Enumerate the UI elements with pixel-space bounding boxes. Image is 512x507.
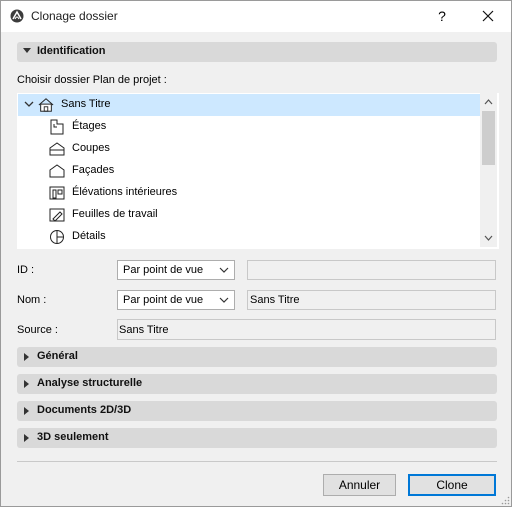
section-general[interactable]: Général xyxy=(17,347,497,367)
close-icon xyxy=(482,10,494,22)
project-house-icon xyxy=(38,98,54,112)
tree-item-label: Feuilles de travail xyxy=(72,208,158,220)
tree-item-label: Coupes xyxy=(72,142,110,154)
source-label: Source : xyxy=(17,324,58,336)
help-button[interactable]: ? xyxy=(427,5,457,27)
collapsed-triangle-icon xyxy=(24,380,29,388)
nom-mode-select[interactable]: Par point de vue xyxy=(117,290,235,310)
chevron-down-icon[interactable] xyxy=(24,101,34,109)
section-analyse-structurelle-label: Analyse structurelle xyxy=(37,377,143,389)
source-field-value: Sans Titre xyxy=(119,324,169,336)
tree-item-etages[interactable]: Étages xyxy=(18,116,480,138)
project-map-tree: Sans Titre Étages Coupes Façades Élévati… xyxy=(17,93,499,249)
nom-field[interactable]: Sans Titre xyxy=(247,290,496,310)
section-analyse-structurelle[interactable]: Analyse structurelle xyxy=(17,374,497,394)
tree-item-elevations-interieures[interactable]: Élévations intérieures xyxy=(18,182,480,204)
nom-mode-select-value: Par point de vue xyxy=(123,294,204,306)
chevron-down-icon xyxy=(219,297,229,303)
id-label: ID : xyxy=(17,264,35,276)
tree-item-label: Étages xyxy=(72,120,107,132)
section-icon xyxy=(49,142,65,156)
tree-item-label: Élévations intérieures xyxy=(72,186,178,198)
tree-item-feuilles-de-travail[interactable]: Feuilles de travail xyxy=(18,204,480,226)
clone-button[interactable]: Clone xyxy=(408,474,496,496)
section-3d-seulement[interactable]: 3D seulement xyxy=(17,428,497,448)
collapsed-triangle-icon xyxy=(24,407,29,415)
nom-label: Nom : xyxy=(17,294,47,306)
nom-field-value: Sans Titre xyxy=(250,294,300,306)
cancel-button[interactable]: Annuler xyxy=(323,474,396,496)
id-field[interactable] xyxy=(247,260,496,280)
chevron-down-icon xyxy=(219,267,229,273)
elevation-icon xyxy=(49,164,65,178)
title-bar: Clonage dossier ? xyxy=(1,1,511,32)
collapsed-triangle-icon xyxy=(24,353,29,361)
tree-item-label: Détails xyxy=(72,230,106,242)
scroll-thumb[interactable] xyxy=(482,111,495,165)
scroll-down-arrow-icon[interactable] xyxy=(480,230,497,247)
tree-item-facades[interactable]: Façades xyxy=(18,160,480,182)
worksheet-icon xyxy=(49,208,65,222)
tree-caption: Choisir dossier Plan de projet : xyxy=(17,74,167,86)
section-documents-2d-3d-label: Documents 2D/3D xyxy=(37,404,132,416)
collapsed-triangle-icon xyxy=(24,434,29,442)
scroll-up-arrow-icon[interactable] xyxy=(480,93,497,110)
window-title: Clonage dossier xyxy=(31,9,118,23)
stories-icon xyxy=(50,119,64,135)
dialog-window: Clonage dossier ? Identification Choisir… xyxy=(0,0,512,507)
tree-item-label: Sans Titre xyxy=(61,98,111,110)
tree-item-root[interactable]: Sans Titre xyxy=(18,94,480,116)
interior-elevation-icon xyxy=(49,186,65,200)
close-button[interactable] xyxy=(471,5,505,27)
resize-grip-icon[interactable] xyxy=(501,496,510,505)
detail-icon xyxy=(50,230,64,244)
source-field: Sans Titre xyxy=(117,319,496,340)
tree-item-label: Façades xyxy=(72,164,115,176)
section-general-label: Général xyxy=(37,350,78,362)
tree-item-coupes[interactable]: Coupes xyxy=(18,138,480,160)
archicad-app-icon xyxy=(10,9,24,23)
id-mode-select-value: Par point de vue xyxy=(123,264,204,276)
id-mode-select[interactable]: Par point de vue xyxy=(117,260,235,280)
expanded-triangle-icon xyxy=(23,48,31,53)
section-documents-2d-3d[interactable]: Documents 2D/3D xyxy=(17,401,497,421)
section-identification-label: Identification xyxy=(37,45,106,57)
section-identification[interactable]: Identification xyxy=(17,42,497,62)
section-3d-seulement-label: 3D seulement xyxy=(37,431,109,443)
tree-scrollbar[interactable] xyxy=(480,93,497,247)
tree-item-details[interactable]: Détails xyxy=(18,226,480,248)
footer-divider xyxy=(17,461,497,462)
